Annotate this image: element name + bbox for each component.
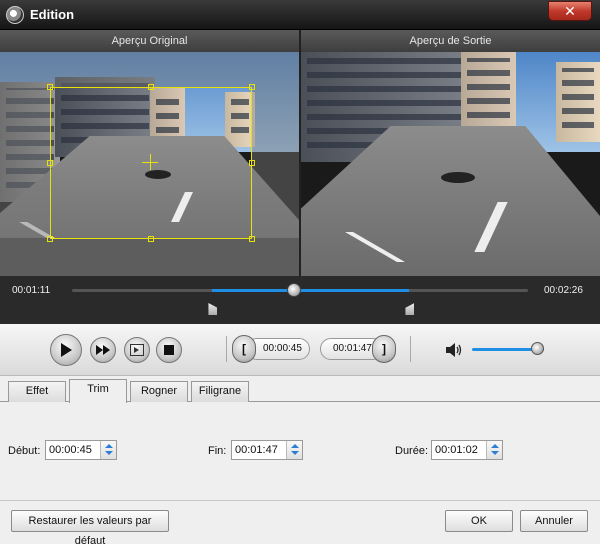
next-frame-button[interactable] xyxy=(124,337,150,363)
start-time-value: 00:00:45 xyxy=(49,444,92,456)
panel-divider xyxy=(0,500,600,501)
playhead-knob[interactable] xyxy=(286,283,301,297)
ok-button[interactable]: OK xyxy=(445,510,513,532)
duration-label: Durée: xyxy=(395,445,429,457)
close-icon: ✕ xyxy=(564,3,576,19)
cancel-button[interactable]: Annuler xyxy=(520,510,588,532)
crop-frame[interactable] xyxy=(50,87,252,239)
timeline: 00:01:11 00:02:26 xyxy=(0,276,600,324)
video-frame-building xyxy=(461,52,516,132)
title-bar: Edition ✕ xyxy=(0,0,600,30)
spin-down-icon[interactable] xyxy=(291,451,299,455)
preview-header: Aperçu Original Aperçu de Sortie xyxy=(0,30,600,52)
set-end-button[interactable]: ] xyxy=(372,335,396,363)
crop-handle[interactable] xyxy=(47,84,53,90)
fast-forward-button[interactable] xyxy=(90,337,116,363)
fast-forward-icon xyxy=(91,338,115,362)
trim-start-marker[interactable] xyxy=(208,303,218,315)
stop-icon xyxy=(157,338,181,362)
crop-handle[interactable] xyxy=(148,84,154,90)
end-time-spin-arrows[interactable] xyxy=(286,441,302,459)
total-time: 00:02:26 xyxy=(544,285,583,296)
restore-defaults-button[interactable]: Restaurer les valeurs par défaut xyxy=(11,510,169,544)
next-frame-icon xyxy=(125,338,149,362)
set-start-button[interactable]: [ xyxy=(232,335,256,363)
duration-spin-arrows[interactable] xyxy=(486,441,502,459)
start-time-spinner[interactable]: 00:00:45 xyxy=(45,440,117,460)
crop-handle[interactable] xyxy=(148,236,154,242)
crop-handle[interactable] xyxy=(249,84,255,90)
trim-end-time-value: 00:01:47 xyxy=(333,343,372,354)
duration-spinner[interactable]: 00:01:02 xyxy=(431,440,503,460)
window-title: Edition xyxy=(30,7,75,22)
bracket-right-icon: ] xyxy=(382,342,386,356)
output-preview xyxy=(301,52,600,276)
play-icon xyxy=(51,335,81,365)
play-button[interactable] xyxy=(50,334,82,366)
end-time-spinner[interactable]: 00:01:47 xyxy=(231,440,303,460)
spin-up-icon[interactable] xyxy=(491,444,499,448)
original-preview-label: Aperçu Original xyxy=(111,35,188,47)
playback-controls: 00:00:45 [ 00:01:47 ] xyxy=(0,324,600,376)
spin-down-icon[interactable] xyxy=(491,451,499,455)
volume-knob[interactable] xyxy=(530,342,544,355)
tab-trim[interactable]: Trim xyxy=(69,379,127,403)
volume-icon[interactable] xyxy=(445,342,463,358)
selection-range xyxy=(212,289,410,292)
video-frame-building xyxy=(556,62,600,142)
close-button[interactable]: ✕ xyxy=(548,1,592,21)
duration-value: 00:01:02 xyxy=(435,444,478,456)
controls-separator xyxy=(226,336,227,362)
start-label: Début: xyxy=(8,445,41,457)
tab-rogner[interactable]: Rogner xyxy=(130,381,188,402)
crop-handle[interactable] xyxy=(249,236,255,242)
controls-separator xyxy=(410,336,411,362)
current-time: 00:01:11 xyxy=(12,285,51,296)
crop-center-crosshair[interactable] xyxy=(150,154,151,170)
tab-filigrane[interactable]: Filigrane xyxy=(191,381,249,402)
spin-up-icon[interactable] xyxy=(105,444,113,448)
crop-handle[interactable] xyxy=(47,160,53,166)
trim-end-marker[interactable] xyxy=(405,303,415,315)
bracket-left-icon: [ xyxy=(242,342,246,356)
stop-button[interactable] xyxy=(156,337,182,363)
spin-up-icon[interactable] xyxy=(291,444,299,448)
app-icon xyxy=(6,6,24,24)
crop-handle[interactable] xyxy=(47,236,53,242)
tab-effet[interactable]: Effet xyxy=(8,381,66,402)
end-time-value: 00:01:47 xyxy=(235,444,278,456)
trim-start-time-value: 00:00:45 xyxy=(263,343,302,354)
crop-handle[interactable] xyxy=(249,160,255,166)
original-preview xyxy=(0,52,299,276)
edit-panel: Effet Trim Rogner Filigrane Début: 00:00… xyxy=(0,376,600,544)
start-time-spin-arrows[interactable] xyxy=(100,441,116,459)
video-frame-manhole xyxy=(441,172,475,183)
end-label: Fin: xyxy=(208,445,227,457)
output-preview-label: Aperçu de Sortie xyxy=(409,35,492,47)
spin-down-icon[interactable] xyxy=(105,451,113,455)
tab-strip: Effet Trim Rogner Filigrane xyxy=(0,376,600,403)
